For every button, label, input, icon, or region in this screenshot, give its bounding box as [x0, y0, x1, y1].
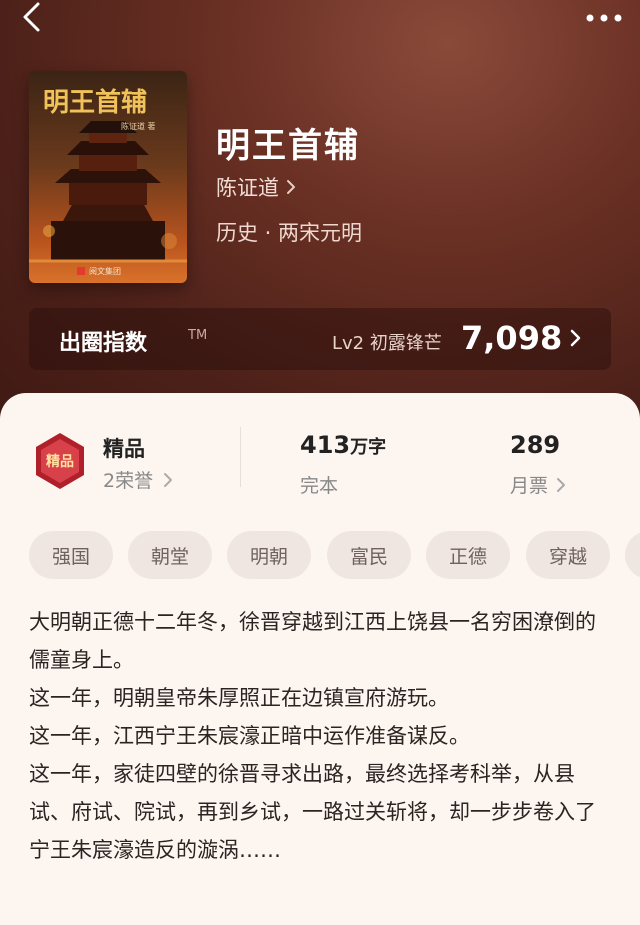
- svg-text:明王首辅: 明王首辅: [43, 87, 147, 118]
- cover-art: 明王首辅 陈证道 著 阅文集团: [29, 71, 187, 283]
- svg-text:陈证道 著: 陈证道 著: [121, 121, 156, 131]
- tag-chip[interactable]: 穿越: [526, 531, 610, 579]
- synopsis[interactable]: 大明朝正德十二年冬，徐晋穿越到江西上饶县一名穷困潦倒的儒童身上。 这一年，明朝皇…: [29, 603, 615, 869]
- index-value: 7,098: [461, 319, 563, 357]
- book-header: 明王首辅 陈证道 著 阅文集团 明王首辅 陈证道 历史 · 两宋元明 出圈指数 …: [0, 0, 640, 430]
- book-cover[interactable]: 明王首辅 陈证道 著 阅文集团: [29, 71, 187, 283]
- word-count-number: 413: [300, 431, 351, 459]
- index-label: 出圈指数: [59, 331, 148, 356]
- index-level: Lv2 初露锋芒: [332, 333, 442, 354]
- tag-list: 强国 朝堂 明朝 富民 正德 穿越: [29, 531, 640, 581]
- book-detail-sheet: 精品 精品 2荣誉 413万字 完本 289 月票 强国 朝堂 明朝 富民 正德…: [0, 393, 640, 925]
- chevron-right-icon: [557, 477, 566, 492]
- stats-divider: [240, 427, 241, 487]
- tag-chip[interactable]: 强国: [29, 531, 113, 579]
- chevron-right-icon: [570, 329, 581, 347]
- svg-text:精品: 精品: [46, 453, 74, 470]
- author-link[interactable]: 陈证道: [216, 172, 297, 202]
- tag-chip[interactable]: 正德: [426, 531, 510, 579]
- monthly-ticket-count: 289: [510, 431, 561, 459]
- book-title: 明王首辅: [216, 126, 360, 166]
- honors-link[interactable]: 2荣誉: [103, 466, 173, 493]
- monthly-ticket-link[interactable]: 月票: [510, 471, 566, 498]
- honors-count: 2荣誉: [103, 470, 154, 492]
- monthly-ticket-label: 月票: [510, 475, 549, 497]
- synopsis-paragraph: 这一年，明朝皇帝朱厚照正在边镇宣府游玩。: [29, 686, 449, 710]
- tag-chip[interactable]: 富民: [327, 531, 411, 579]
- tag-chip[interactable]: 明朝: [227, 531, 311, 579]
- top-bar: [0, 0, 640, 40]
- more-dots-icon: [586, 14, 622, 22]
- quality-badge-icon: 精品: [36, 433, 84, 489]
- tag-chip[interactable]: [625, 531, 640, 579]
- synopsis-paragraph: 大明朝正德十二年冬，徐晋穿越到江西上饶县一名穷困潦倒的儒童身上。: [29, 610, 596, 672]
- more-button[interactable]: [582, 4, 626, 32]
- word-count: 413万字: [300, 431, 386, 459]
- synopsis-paragraph: 这一年，家徒四壁的徐晋寻求出路，最终选择考科举，从县试、府试、院试，再到乡试，一…: [29, 762, 596, 862]
- popularity-index-bar[interactable]: 出圈指数 TM Lv2 初露锋芒 7,098: [29, 308, 611, 370]
- synopsis-paragraph: 这一年，江西宁王朱宸濠正暗中运作准备谋反。: [29, 724, 470, 748]
- back-arrow-icon: [23, 2, 40, 32]
- chevron-right-icon: [164, 472, 173, 487]
- chevron-right-icon: [287, 180, 295, 194]
- author-name: 陈证道: [216, 176, 279, 200]
- trademark-mark: TM: [188, 328, 208, 343]
- word-count-unit: 万字: [350, 437, 387, 458]
- svg-text:阅文集团: 阅文集团: [89, 266, 121, 276]
- back-button[interactable]: [12, 0, 52, 36]
- quality-title: 精品: [103, 437, 145, 461]
- genre-label: 历史 · 两宋元明: [216, 221, 363, 245]
- completion-status: 完本: [300, 475, 339, 497]
- tag-chip[interactable]: 朝堂: [128, 531, 212, 579]
